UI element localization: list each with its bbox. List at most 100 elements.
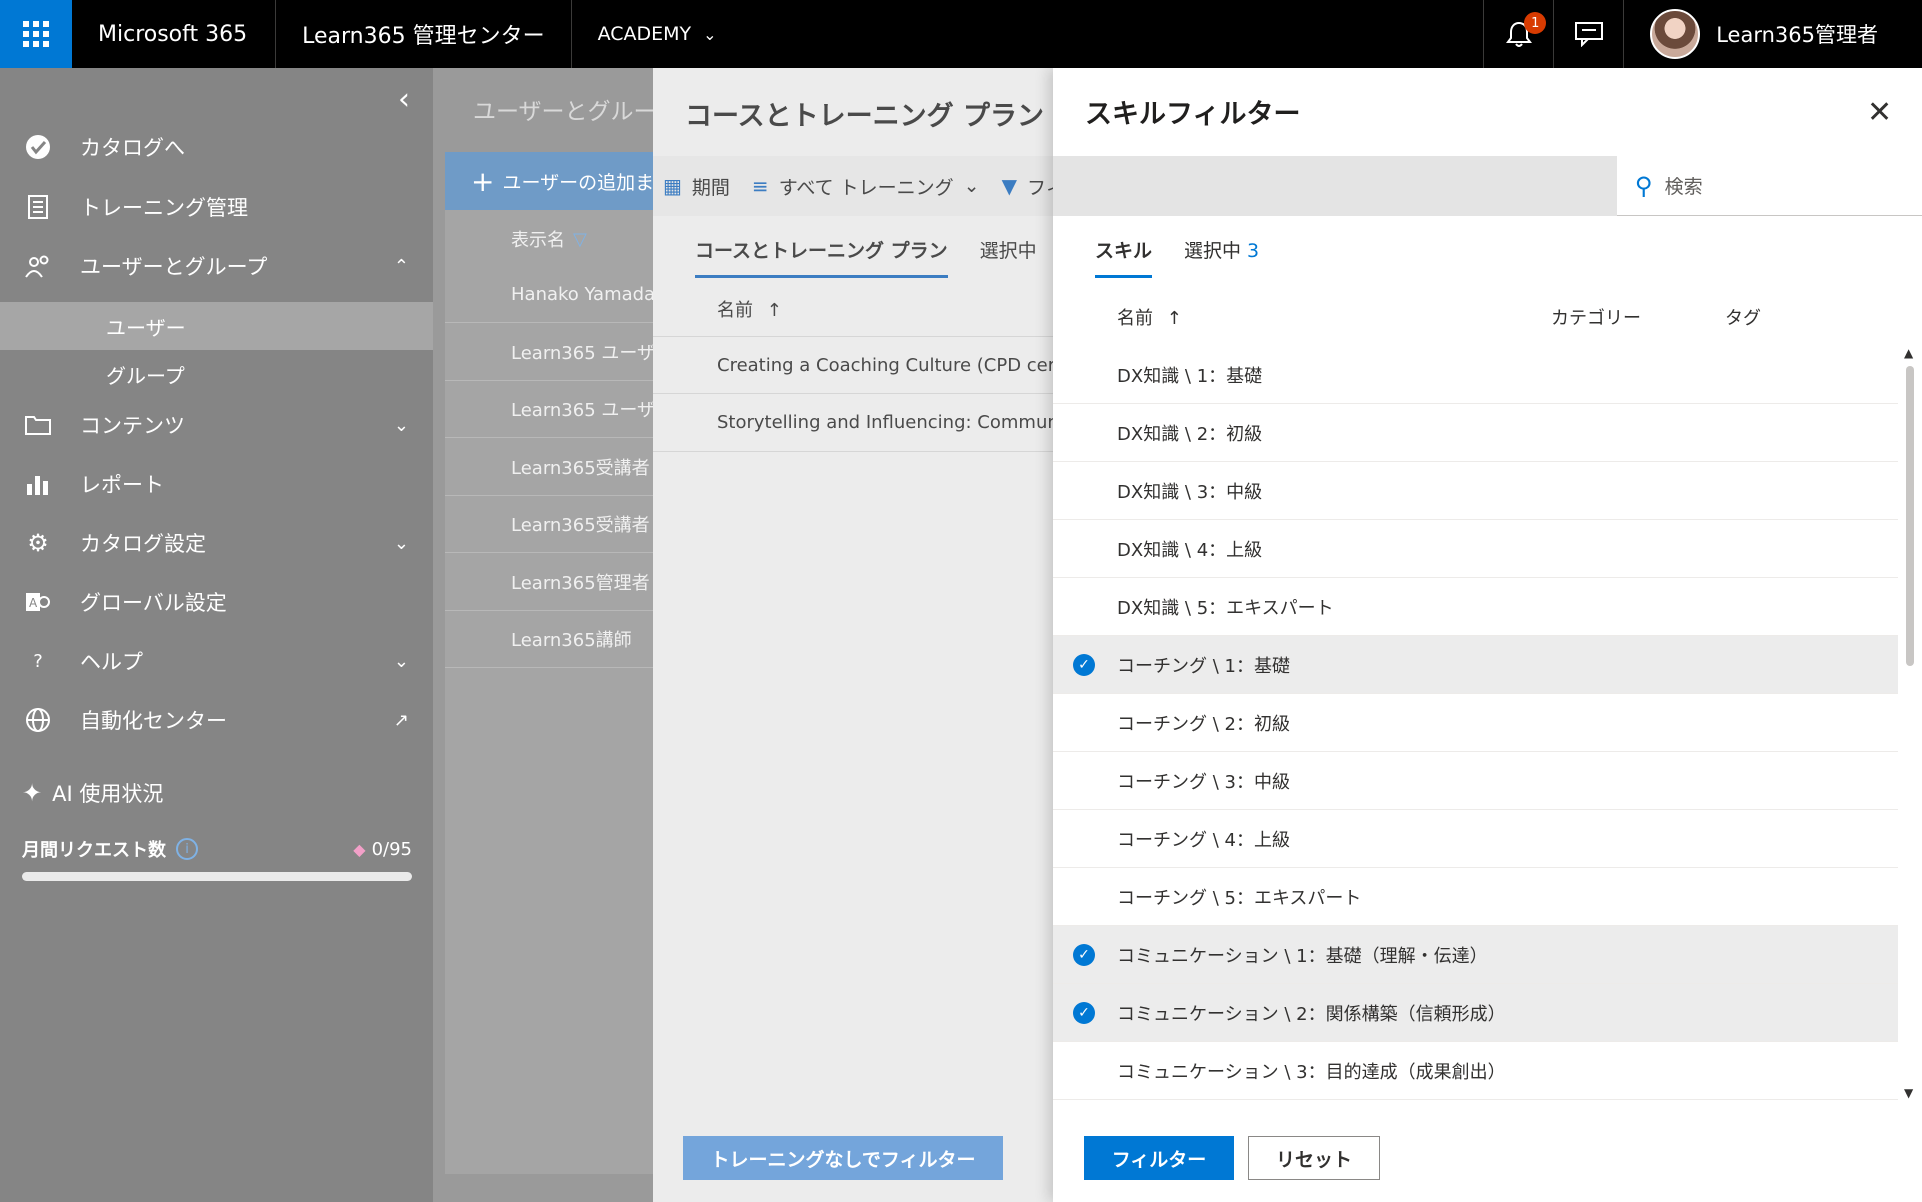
- display-name-column-header[interactable]: 表示名 ▽: [511, 226, 587, 252]
- ai-requests-count: ◆ 0/95: [353, 839, 412, 860]
- table-row[interactable]: コーチング \ 4：上級: [1053, 810, 1898, 868]
- nav-item-automation[interactable]: 自動化センター ↗: [0, 693, 433, 747]
- tenant-selector[interactable]: ACADEMY ⌄: [572, 0, 743, 68]
- tenant-label: ACADEMY: [597, 23, 692, 45]
- check-circle-icon: [20, 134, 56, 160]
- scroll-down-icon[interactable]: ▼: [1904, 1086, 1913, 1100]
- checkmark-icon[interactable]: ✓: [1073, 944, 1095, 966]
- user-name: Learn365管理者: [1716, 23, 1878, 47]
- sort-ascending-icon: ↑: [766, 300, 782, 321]
- nav-item-label: トレーニング管理: [80, 196, 248, 220]
- table-row[interactable]: Learn365管理者: [445, 554, 653, 611]
- search-bar: ⚲ 検索: [1053, 156, 1922, 216]
- table-row[interactable]: DX知識 \ 3：中級: [1053, 462, 1898, 520]
- add-user-button[interactable]: + ユーザーの追加または招待: [445, 152, 653, 210]
- magic-wand-icon: ✦: [22, 779, 43, 807]
- svg-text:A: A: [29, 596, 38, 610]
- sidebar-item-users[interactable]: ユーザー: [0, 302, 433, 350]
- skill-name: DX知識 \ 1：基礎: [1117, 365, 1263, 387]
- notifications-button[interactable]: 1: [1483, 0, 1553, 68]
- training-dropdown[interactable]: ≡ すべて トレーニング ⌄: [752, 173, 980, 200]
- table-row[interactable]: ✓ コーチング \ 1：基礎: [1053, 636, 1898, 694]
- nav-item-content[interactable]: コンテンツ ⌄: [0, 398, 433, 452]
- table-row[interactable]: コーチング \ 5：エキスパート: [1053, 868, 1898, 926]
- name-column-header[interactable]: 名前 ↑: [1117, 304, 1182, 330]
- table-row[interactable]: Learn365講師: [445, 611, 653, 668]
- filter-without-training-button[interactable]: トレーニングなしでフィルター: [683, 1136, 1003, 1180]
- table-row[interactable]: Hanako Yamada: [445, 266, 653, 323]
- course-tabs: コースとトレーニング プラン 選択中: [695, 236, 1053, 278]
- table-row[interactable]: コミュニケーション \ 3：目的達成（成果創出）: [1053, 1042, 1898, 1100]
- table-row[interactable]: Learn365受講者: [445, 496, 653, 553]
- table-row[interactable]: ✓ コミュニケーション \ 1：基礎（理解・伝達）: [1053, 926, 1898, 984]
- tab-selected[interactable]: 選択中 3: [1184, 236, 1259, 278]
- nav-item-help[interactable]: ? ヘルプ ⌄: [0, 634, 433, 688]
- category-column-header[interactable]: カテゴリー: [1551, 304, 1641, 330]
- nav-item-label: 自動化センター: [80, 709, 227, 733]
- skill-name: DX知識 \ 2：初級: [1117, 423, 1263, 445]
- nav-item-training[interactable]: トレーニング管理: [0, 180, 433, 234]
- nav-item-global-settings[interactable]: A グローバル設定: [0, 575, 433, 629]
- microsoft-365-link[interactable]: Microsoft 365: [72, 0, 277, 68]
- list-item[interactable]: Creating a Coaching Culture (CPD certifi…: [653, 336, 1053, 394]
- chevron-down-icon: ⌄: [393, 532, 409, 554]
- skill-name: コーチング \ 3：中級: [1117, 771, 1290, 793]
- globe-icon: [20, 707, 56, 733]
- search-icon: ⚲: [1635, 171, 1653, 200]
- table-row[interactable]: DX知識 \ 2：初級: [1053, 404, 1898, 462]
- filter-button[interactable]: フィルター: [1084, 1136, 1234, 1180]
- nav-item-catalog[interactable]: カタログへ: [0, 120, 433, 174]
- nav-item-catalog-settings[interactable]: ⚙ カタログ設定 ⌄: [0, 516, 433, 570]
- feedback-button[interactable]: [1553, 0, 1623, 68]
- table-row[interactable]: DX知識 \ 5：エキスパート: [1053, 578, 1898, 636]
- chevron-down-icon: ⌄: [393, 414, 409, 436]
- gem-icon: ◆: [353, 839, 366, 859]
- chevron-down-icon: ⌄: [393, 650, 409, 672]
- info-icon[interactable]: i: [176, 838, 198, 860]
- collapse-nav-icon[interactable]: ‹: [398, 82, 410, 117]
- skill-name: コミュニケーション \ 3：目的達成（成果創出）: [1117, 1061, 1506, 1083]
- table-row[interactable]: DX知識 \ 4：上級: [1053, 520, 1898, 578]
- tag-column-header[interactable]: タグ: [1725, 304, 1761, 330]
- skill-name: DX知識 \ 4：上級: [1117, 539, 1263, 561]
- global-settings-icon: A: [20, 589, 56, 615]
- skill-name: コーチング \ 1：基礎: [1117, 655, 1290, 677]
- filter-label: フィルター: [1026, 176, 1053, 199]
- app-launcher-button[interactable]: [0, 0, 72, 68]
- product-title[interactable]: Learn365 管理センター: [276, 0, 572, 68]
- checkmark-icon[interactable]: ✓: [1073, 1002, 1095, 1024]
- search-placeholder: 検索: [1664, 176, 1703, 198]
- checkmark-icon[interactable]: ✓: [1073, 654, 1095, 676]
- name-column-header[interactable]: 名前 ↑: [717, 296, 782, 322]
- selected-count: 3: [1247, 240, 1260, 262]
- tab-skills[interactable]: スキル: [1095, 236, 1153, 278]
- sidebar-item-groups[interactable]: グループ: [0, 350, 433, 398]
- nav-item-users-groups[interactable]: ユーザーとグループ ⌃: [0, 239, 433, 293]
- table-row[interactable]: ✓ コミュニケーション \ 2：関係構築（信頼形成）: [1053, 984, 1898, 1042]
- search-input[interactable]: ⚲ 検索: [1617, 156, 1922, 216]
- period-button[interactable]: ▦ 期間: [663, 173, 730, 200]
- scrollbar-thumb[interactable]: [1906, 366, 1914, 666]
- user-account-button[interactable]: Learn365管理者: [1623, 0, 1922, 68]
- tab-selected[interactable]: 選択中: [980, 236, 1037, 278]
- table-row[interactable]: コーチング \ 2：初級: [1053, 694, 1898, 752]
- table-row[interactable]: コーチング \ 3：中級: [1053, 752, 1898, 810]
- table-row[interactable]: Learn365 ユーザー: [445, 381, 653, 438]
- table-row[interactable]: DX知識 \ 1：基礎: [1053, 346, 1898, 404]
- reset-button[interactable]: リセット: [1248, 1136, 1380, 1180]
- filter-button[interactable]: ▼ フィルター: [1002, 173, 1053, 200]
- list-icon: ≡: [751, 174, 769, 198]
- document-list-icon: [20, 194, 56, 220]
- table-row[interactable]: Learn365受講者: [445, 439, 653, 496]
- avatar: [1650, 9, 1701, 59]
- course-panel-title: コースとトレーニング プラン: [685, 101, 1045, 132]
- table-row[interactable]: Learn365 ユーザー: [445, 324, 653, 381]
- nav-item-reports[interactable]: レポート: [0, 457, 433, 511]
- tab-courses[interactable]: コースとトレーニング プラン: [695, 236, 948, 278]
- scrollbar[interactable]: ▲ ▼: [1902, 346, 1918, 1111]
- scroll-up-icon[interactable]: ▲: [1904, 346, 1913, 360]
- table-row[interactable]: コミュニケーション \ 4：影響力・リーダーシップ: [1053, 1100, 1898, 1111]
- plus-icon: +: [471, 164, 495, 198]
- close-icon[interactable]: ✕: [1867, 98, 1892, 128]
- list-item[interactable]: Storytelling and Influencing: Communicat…: [653, 394, 1053, 452]
